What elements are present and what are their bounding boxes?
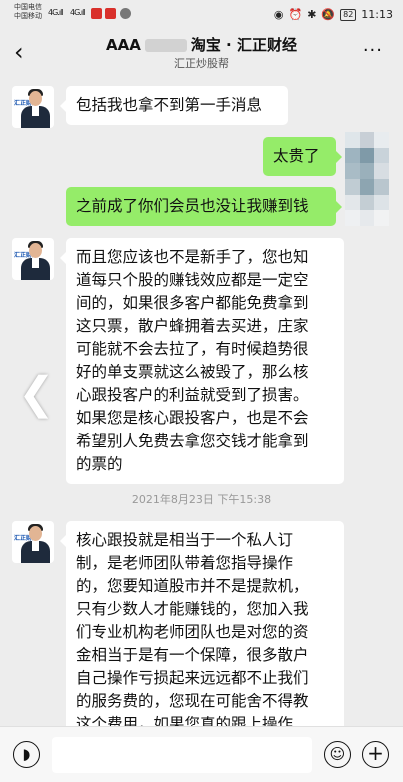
status-right: ◉ ⏰ ✱ 🔕 82 11:13 (274, 8, 393, 21)
battery-icon: 82 (340, 8, 357, 21)
chat-title: AAA 淘宝 · 汇正财经 (105, 36, 297, 54)
avatar[interactable]: 汇正财经 (12, 86, 54, 128)
avatar[interactable]: 汇正财经 (12, 238, 54, 280)
emoji-icon[interactable]: ☺ (324, 741, 351, 768)
signal-1-icon: 4G.ıll (48, 8, 63, 17)
more-options-button[interactable]: ··· (363, 40, 383, 61)
message-bubble-outgoing[interactable]: 太贵了 (263, 137, 342, 176)
chat-messages[interactable]: 汇正财经 包括我也拿不到第一手消息 太贵了 之前成了你们会员也没让我赚到钱 汇正… (0, 76, 403, 726)
message-bubble-incoming[interactable]: 包括我也拿不到第一手消息 (60, 86, 288, 125)
eye-icon: ◉ (273, 8, 284, 21)
mute-icon: 🔕 (321, 8, 336, 21)
notification-app-icon (120, 8, 131, 19)
plus-icon[interactable]: + (362, 741, 389, 768)
avatar-mosaic[interactable] (345, 132, 389, 226)
voice-icon[interactable]: ◗ (13, 741, 40, 768)
input-bar: ◗ ☺ + (0, 726, 403, 782)
message-bubble-incoming[interactable]: 而且您应该也不是新手了，您也知 道每只个股的赚钱效应都是一定空 间的，如果很多客… (60, 238, 344, 484)
alarm-icon: ⏰ (288, 8, 303, 21)
redaction-blur (144, 39, 187, 52)
message-bubble-incoming[interactable]: 核心跟投就是相当于一个私人订 制，是老师团队带着您指导操作 的，您要知道股市并不… (60, 521, 344, 726)
chat-subtitle: 汇正炒股帮 (174, 57, 229, 70)
carrier-1: 中国电信 (14, 3, 42, 11)
bluetooth-icon: ✱ (307, 8, 317, 21)
message-input[interactable] (52, 737, 312, 773)
carrier-2: 中国移动 (14, 12, 42, 20)
notification-app-icon (91, 8, 102, 19)
avatar[interactable]: 汇正财经 (12, 521, 54, 563)
timestamp: 2021年8月23日 下午15:38 (131, 493, 272, 506)
signal-2-icon: 4G.ıll (70, 8, 85, 17)
clock: 11:13 (361, 8, 393, 21)
notification-app-icon (105, 8, 116, 19)
status-bar: 中国电信 中国移动 4G.ıll 4G.ıll ◉ ⏰ ✱ 🔕 82 11:13 (0, 0, 403, 30)
carrier-labels: 中国电信 中国移动 (14, 3, 42, 21)
message-bubble-outgoing[interactable]: 之前成了你们会员也没让我赚到钱 (66, 187, 342, 226)
previous-image-arrow-icon[interactable]: ❮ (18, 368, 55, 419)
chat-header: ‹ AAA 淘宝 · 汇正财经 汇正炒股帮 ··· (0, 30, 403, 76)
